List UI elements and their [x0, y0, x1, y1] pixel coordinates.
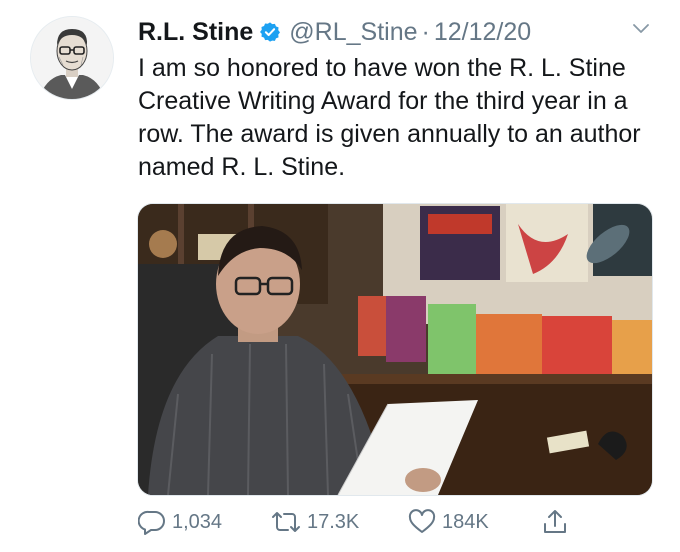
tweet-date[interactable]: 12/12/20: [434, 18, 531, 47]
like-count: 184K: [442, 510, 489, 533]
retweet-icon: [272, 512, 300, 532]
tweet-card: R.L. Stine @RL_Stine · 12/12/20 I am so …: [0, 0, 680, 552]
author-avatar[interactable]: [30, 16, 114, 100]
author-handle[interactable]: @RL_Stine: [289, 18, 417, 47]
share-button[interactable]: [542, 506, 574, 538]
display-name[interactable]: R.L. Stine: [138, 18, 253, 47]
tweet-header: R.L. Stine @RL_Stine · 12/12/20: [138, 14, 531, 50]
share-icon: [544, 510, 566, 533]
retweet-button[interactable]: 17.3K: [271, 506, 359, 538]
tweet-photo[interactable]: [137, 203, 653, 496]
verified-badge-icon: [259, 21, 281, 43]
heart-icon: [408, 509, 436, 533]
portrait-avatar-icon: [31, 17, 113, 99]
tweet-actions: 1,034 17.3K 184K: [138, 506, 658, 538]
photo-image: [138, 204, 652, 495]
chevron-down-icon[interactable]: [632, 22, 650, 34]
like-button[interactable]: 184K: [408, 506, 489, 538]
retweet-count: 17.3K: [307, 510, 360, 533]
reply-button[interactable]: 1,034: [138, 506, 222, 538]
tweet-text: I am so honored to have won the R. L. St…: [138, 54, 641, 181]
reply-count: 1,034: [172, 510, 223, 533]
reply-icon: [138, 510, 165, 535]
header-separator: ·: [421, 17, 430, 46]
